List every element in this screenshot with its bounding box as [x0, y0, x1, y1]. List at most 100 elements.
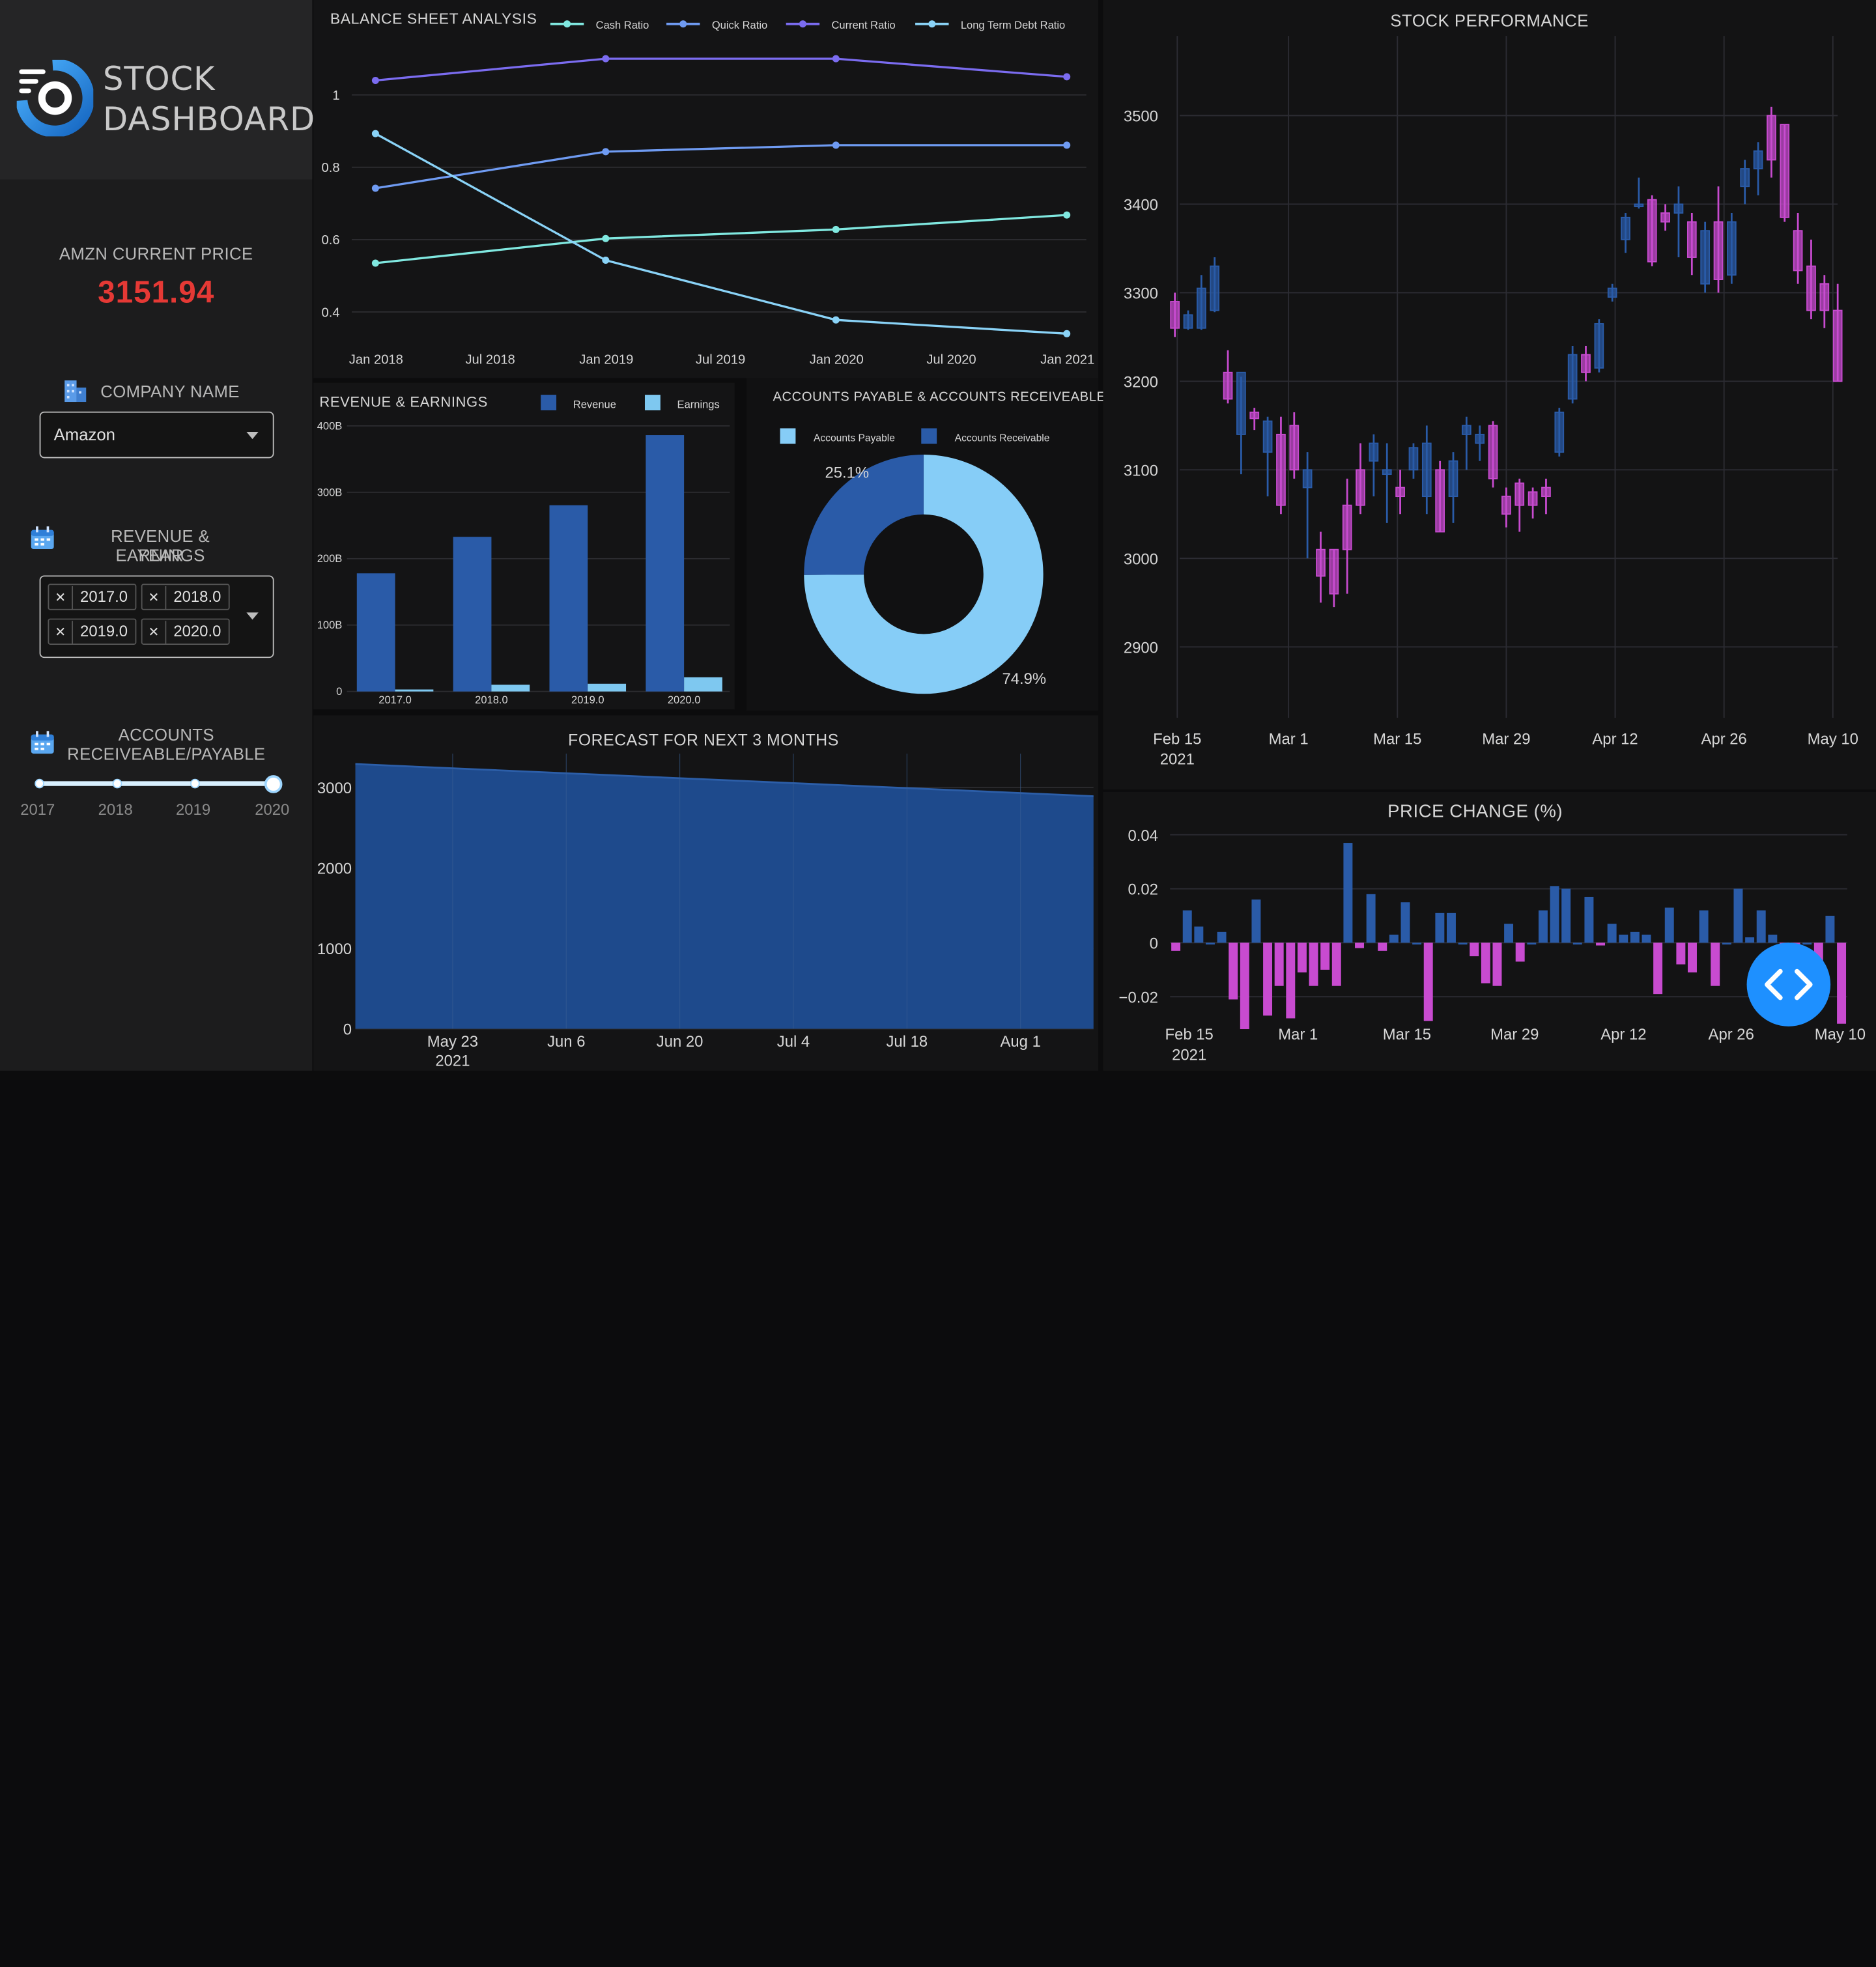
legend-label: Accounts Payable [814, 433, 895, 444]
x-tick-label: 2018.0 [475, 694, 508, 706]
candle-down [1356, 469, 1365, 506]
candle-up [1408, 447, 1419, 471]
year-chip[interactable]: ✕ 2019.0 [48, 618, 136, 645]
data-point [602, 55, 610, 63]
y-tick-label: 400B [317, 419, 343, 432]
y-tick-label: 3100 [1124, 462, 1158, 480]
data-point [371, 130, 379, 137]
candle-down [1832, 309, 1843, 382]
chevron-down-icon[interactable] [246, 432, 259, 440]
y-tick-label: 0 [343, 1021, 352, 1039]
candle-down [1435, 469, 1445, 533]
change-bar-down [1837, 942, 1847, 1024]
balance-sheet-chart: 0.4 0.6 0.8 1 Jan 2018 Jul 2018 Jan 2019 Jul 20… [322, 19, 1095, 367]
change-bar-down [1240, 942, 1249, 1030]
change-bar-up [1664, 907, 1674, 943]
year-chip[interactable]: ✕ 2018.0 [141, 584, 230, 610]
slider-handle[interactable] [264, 775, 283, 793]
current-price-label: AMZN CURRENT PRICE [59, 244, 253, 264]
candle-up [1369, 442, 1379, 462]
candle-down [1819, 283, 1830, 311]
forecast-chart: 0 1000 2000 3000 May 23 2021 Jun 6 Jun 20 Jul 4 J… [317, 754, 1094, 1069]
legend-label: Current Ratio [832, 19, 896, 31]
change-bar-up [1699, 910, 1709, 943]
x-tick-label: Jun 20 [657, 1033, 704, 1051]
y-tick-label: 0.02 [1128, 881, 1158, 899]
forecast-panel: FORECAST FOR NEXT 3 MONTHS 0 1000 2000 3000… [313, 715, 1099, 1071]
current-price-value: 3151.94 [98, 274, 215, 310]
years-multiselect[interactable]: ✕ 2017.0 ✕ 2018.0 ✕ 2019.0 ✕ 2020.0 [39, 575, 274, 658]
logo-area: STOCK DASHBOARD [0, 0, 315, 180]
data-point [371, 76, 379, 84]
change-bar-up [1561, 888, 1571, 943]
candle-down [1342, 504, 1352, 550]
x-tick-label: Apr 12 [1600, 1026, 1646, 1043]
year-chip[interactable]: ✕ 2020.0 [141, 618, 230, 645]
x-tick-label: Jan 2021 [1040, 352, 1094, 367]
accounts-donut-chart: 74.9% 25.1% Accounts Payable Accounts Recei… [780, 428, 1049, 694]
accounts-label-line2: RECEIVEABLE/PAYABLE [67, 744, 266, 763]
data-point [602, 234, 610, 242]
slider-mark: 2018 [98, 800, 133, 819]
x-tick-label: Jul 18 [886, 1033, 928, 1051]
data-point [832, 225, 840, 233]
candle-down [1395, 487, 1405, 498]
candle-down [1528, 491, 1538, 506]
y-tick-label: 0.04 [1128, 827, 1158, 845]
change-bar-up [1366, 894, 1376, 943]
candle-up [1554, 412, 1565, 453]
calendar-icon [31, 731, 54, 754]
x-tick-label: Apr 26 [1709, 1026, 1754, 1043]
company-dropdown[interactable]: Amazon [39, 411, 274, 459]
change-bar-down [1263, 942, 1273, 1016]
remove-icon[interactable]: ✕ [143, 586, 167, 610]
candle-down [1686, 221, 1697, 258]
data-point [602, 257, 610, 264]
change-bar-up [1217, 931, 1227, 943]
candle-up [1462, 425, 1471, 435]
remove-icon[interactable]: ✕ [49, 621, 74, 645]
x-tick-label: Jul 2020 [926, 352, 976, 367]
candle-down [1501, 496, 1511, 515]
slice-value-label: 25.1% [825, 464, 869, 481]
candle-up [1302, 469, 1313, 488]
slider-track[interactable] [39, 781, 274, 786]
slider-mark: 2020 [255, 800, 290, 819]
earnings-bar [491, 685, 530, 692]
change-bar-down [1171, 942, 1181, 951]
change-bar-down [1492, 942, 1502, 986]
change-bar-down [1286, 942, 1296, 1019]
candle-down [1713, 221, 1724, 280]
candle-down [1249, 412, 1260, 419]
y-tick-label: 0 [1150, 935, 1158, 953]
candle-down [1793, 230, 1803, 272]
change-bar-up [1642, 934, 1651, 943]
candle-up [1740, 168, 1750, 188]
chevron-down-icon[interactable] [246, 612, 259, 620]
candle-up [1594, 323, 1604, 369]
y-tick-label: 3400 [1124, 197, 1158, 214]
earnings-bar [588, 683, 627, 692]
year-chip[interactable]: ✕ 2017.0 [48, 584, 136, 610]
x-tick-label: Mar 29 [1482, 730, 1530, 748]
remove-icon[interactable]: ✕ [143, 621, 167, 645]
change-bar-up [1527, 942, 1537, 945]
change-bar-up [1435, 913, 1445, 943]
y-tick-label: 3500 [1124, 108, 1158, 126]
change-bar-up [1607, 924, 1617, 943]
balance-sheet-panel: BALANCE SHEET ANALYSIS 0.4 0.6 0.8 1 Jan 201… [313, 0, 1099, 378]
candle-down [1289, 425, 1300, 471]
change-bar-up [1251, 899, 1261, 943]
change-bar-up [1756, 910, 1766, 943]
stock-performance-panel: STOCK PERFORMANCE 2900 3000 3100 3200 3300 34… [1103, 0, 1876, 790]
data-point [1063, 141, 1071, 149]
change-bar-up [1572, 942, 1582, 945]
candle-down [1780, 124, 1790, 218]
slider-dot[interactable] [190, 778, 200, 789]
revenue-bar [646, 435, 685, 692]
slider-dot[interactable] [112, 778, 122, 789]
remove-icon[interactable]: ✕ [49, 586, 74, 610]
slider-dot[interactable] [35, 778, 44, 789]
code-toggle-button[interactable] [1746, 942, 1831, 1026]
x-tick-label: Feb 15 2021 [1153, 730, 1201, 768]
